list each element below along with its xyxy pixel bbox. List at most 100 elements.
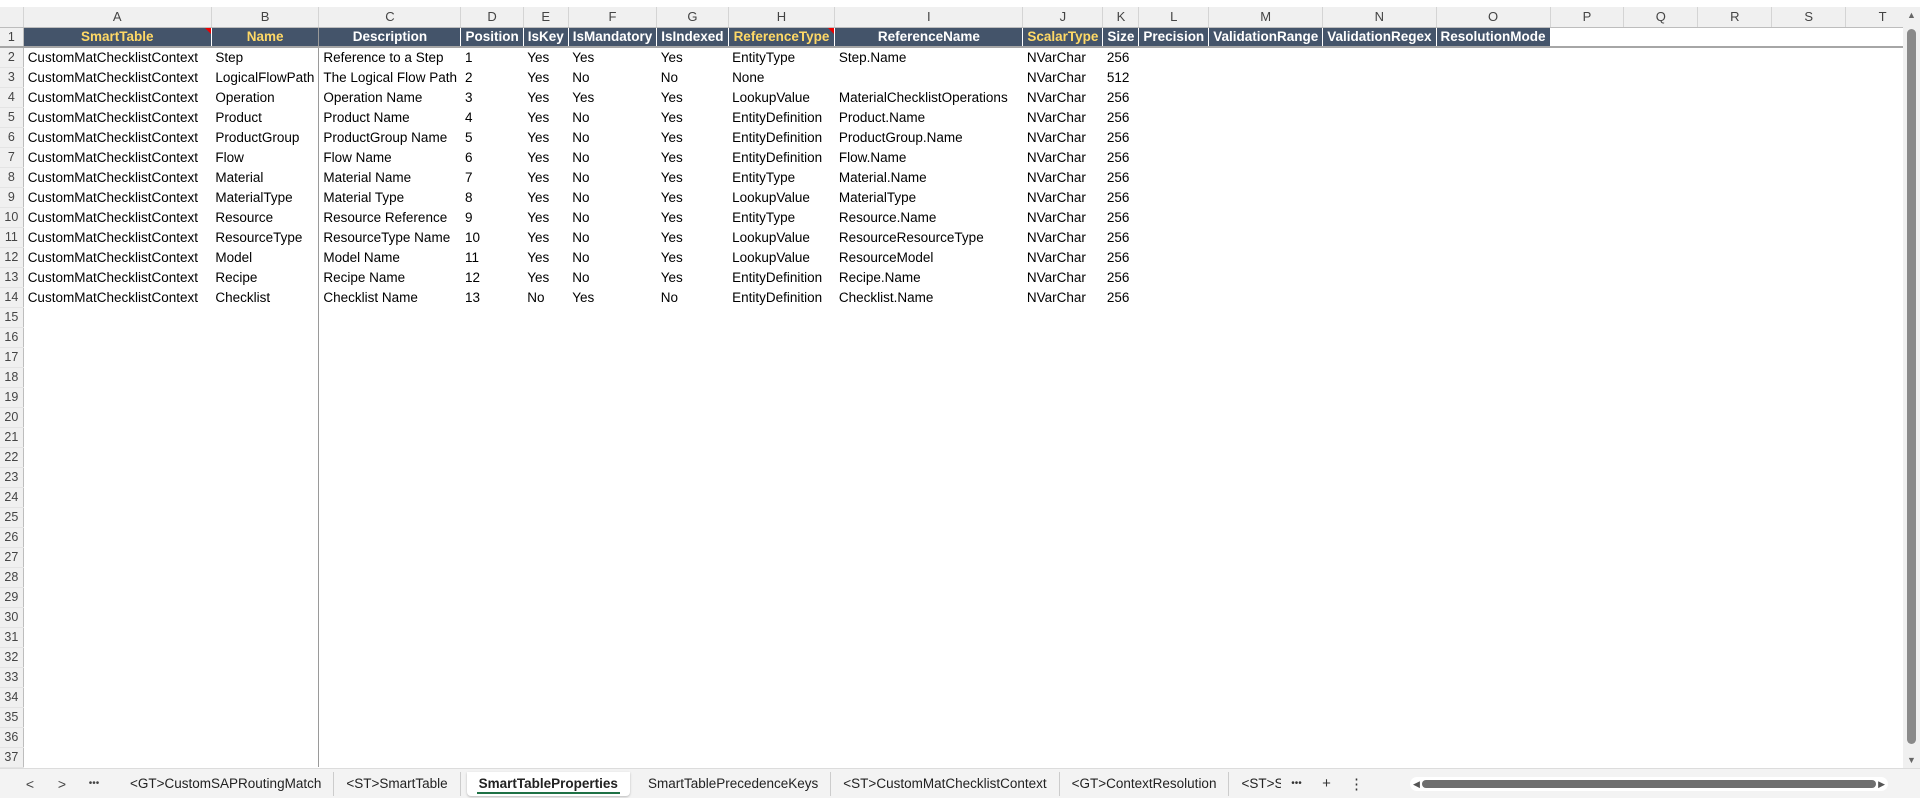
cell-L37[interactable]	[1139, 747, 1209, 767]
cell-G24[interactable]	[657, 487, 728, 507]
cell-H8[interactable]: EntityType	[728, 167, 835, 187]
cell-B15[interactable]	[211, 307, 320, 327]
cell-P19[interactable]	[1550, 387, 1624, 407]
cell-K8[interactable]: 256	[1103, 167, 1139, 187]
cell-A34[interactable]	[23, 687, 211, 707]
cell-C37[interactable]	[319, 747, 461, 767]
cell-S12[interactable]	[1772, 247, 1846, 267]
header-cell-size[interactable]: Size	[1102, 27, 1140, 48]
cell-S25[interactable]	[1772, 507, 1846, 527]
cell-M21[interactable]	[1209, 427, 1323, 447]
cell-L35[interactable]	[1139, 707, 1209, 727]
cell-H12[interactable]: LookupValue	[728, 247, 835, 267]
cell-O17[interactable]	[1436, 347, 1550, 367]
cell-O21[interactable]	[1436, 427, 1550, 447]
cell-K36[interactable]	[1103, 727, 1139, 747]
cell-B3[interactable]: LogicalFlowPath	[211, 67, 320, 87]
row-header-15[interactable]: 15	[0, 307, 24, 328]
cell-D20[interactable]	[461, 407, 523, 427]
cell-O5[interactable]	[1436, 107, 1550, 127]
cell-F18[interactable]	[568, 367, 657, 387]
sheet-tab[interactable]: <ST>Se	[1229, 772, 1281, 796]
cell-R5[interactable]	[1698, 107, 1772, 127]
cell-R13[interactable]	[1698, 267, 1772, 287]
cell-R23[interactable]	[1698, 467, 1772, 487]
cell-P6[interactable]	[1550, 127, 1624, 147]
cell-M9[interactable]	[1209, 187, 1323, 207]
cell-A22[interactable]	[23, 447, 211, 467]
column-header-R[interactable]: R	[1697, 7, 1773, 28]
cell-A10[interactable]: CustomMatChecklistContext	[23, 207, 211, 227]
cell-L15[interactable]	[1139, 307, 1209, 327]
cell-S18[interactable]	[1772, 367, 1846, 387]
cell-Q30[interactable]	[1624, 607, 1698, 627]
cell-G11[interactable]: Yes	[657, 227, 728, 247]
cell-Q19[interactable]	[1624, 387, 1698, 407]
cell-P35[interactable]	[1550, 707, 1624, 727]
more-sheets-left-icon[interactable]: •••	[78, 778, 110, 789]
cell-I24[interactable]	[835, 487, 1023, 507]
cell-K29[interactable]	[1103, 587, 1139, 607]
cell-A7[interactable]: CustomMatChecklistContext	[23, 147, 211, 167]
cell-F21[interactable]	[568, 427, 657, 447]
cell-F34[interactable]	[568, 687, 657, 707]
cell-I35[interactable]	[835, 707, 1023, 727]
horizontal-scrollbar[interactable]: ◀ ▶	[1410, 777, 1888, 791]
cell-B6[interactable]: ProductGroup	[211, 127, 320, 147]
cell-B17[interactable]	[211, 347, 320, 367]
cell-D19[interactable]	[461, 387, 523, 407]
cell-F37[interactable]	[568, 747, 657, 767]
cell-E23[interactable]	[523, 467, 568, 487]
cell-D23[interactable]	[461, 467, 523, 487]
cell-N16[interactable]	[1323, 327, 1436, 347]
cell-E37[interactable]	[523, 747, 568, 767]
cell-G35[interactable]	[657, 707, 728, 727]
cell-F26[interactable]	[568, 527, 657, 547]
cell-J20[interactable]	[1023, 407, 1103, 427]
cell-N34[interactable]	[1323, 687, 1436, 707]
scroll-down-icon[interactable]: ▼	[1907, 755, 1916, 765]
cell-B26[interactable]	[211, 527, 320, 547]
cell-K37[interactable]	[1103, 747, 1139, 767]
cell-M11[interactable]	[1209, 227, 1323, 247]
cell-C3[interactable]: The Logical Flow Path	[319, 67, 461, 87]
cell-I5[interactable]: Product.Name	[835, 107, 1023, 127]
header-cell-smarttable[interactable]: SmartTable	[23, 27, 212, 48]
cell-S17[interactable]	[1772, 347, 1846, 367]
row-header-3[interactable]: 3	[0, 67, 24, 88]
cell-M18[interactable]	[1209, 367, 1323, 387]
cell-L33[interactable]	[1139, 667, 1209, 687]
cell-Q36[interactable]	[1624, 727, 1698, 747]
cell-J9[interactable]: NVarChar	[1023, 187, 1103, 207]
cell-K20[interactable]	[1103, 407, 1139, 427]
cell-N28[interactable]	[1323, 567, 1436, 587]
cell-A20[interactable]	[23, 407, 211, 427]
cell-C17[interactable]	[319, 347, 461, 367]
cell-L11[interactable]	[1139, 227, 1209, 247]
cell-I29[interactable]	[835, 587, 1023, 607]
cell-A18[interactable]	[23, 367, 211, 387]
cell-E6[interactable]: Yes	[523, 127, 568, 147]
cell-J10[interactable]: NVarChar	[1023, 207, 1103, 227]
cell-G6[interactable]: Yes	[657, 127, 728, 147]
cell-M12[interactable]	[1209, 247, 1323, 267]
cell-J13[interactable]: NVarChar	[1023, 267, 1103, 287]
cell-L30[interactable]	[1139, 607, 1209, 627]
cell-M16[interactable]	[1209, 327, 1323, 347]
cell-G9[interactable]: Yes	[657, 187, 728, 207]
cell-F12[interactable]: No	[568, 247, 657, 267]
cell-O18[interactable]	[1436, 367, 1550, 387]
cell-F6[interactable]: No	[568, 127, 657, 147]
cell-I15[interactable]	[835, 307, 1023, 327]
cell-G3[interactable]: No	[657, 67, 728, 87]
cell-J24[interactable]	[1023, 487, 1103, 507]
cell-E9[interactable]: Yes	[523, 187, 568, 207]
cell-D12[interactable]: 11	[461, 247, 523, 267]
cell-G33[interactable]	[657, 667, 728, 687]
row-header-5[interactable]: 5	[0, 107, 24, 128]
cell-M2[interactable]	[1209, 47, 1323, 67]
cell-D33[interactable]	[461, 667, 523, 687]
cell-B16[interactable]	[211, 327, 320, 347]
cell-H21[interactable]	[728, 427, 835, 447]
cell-B31[interactable]	[211, 627, 320, 647]
